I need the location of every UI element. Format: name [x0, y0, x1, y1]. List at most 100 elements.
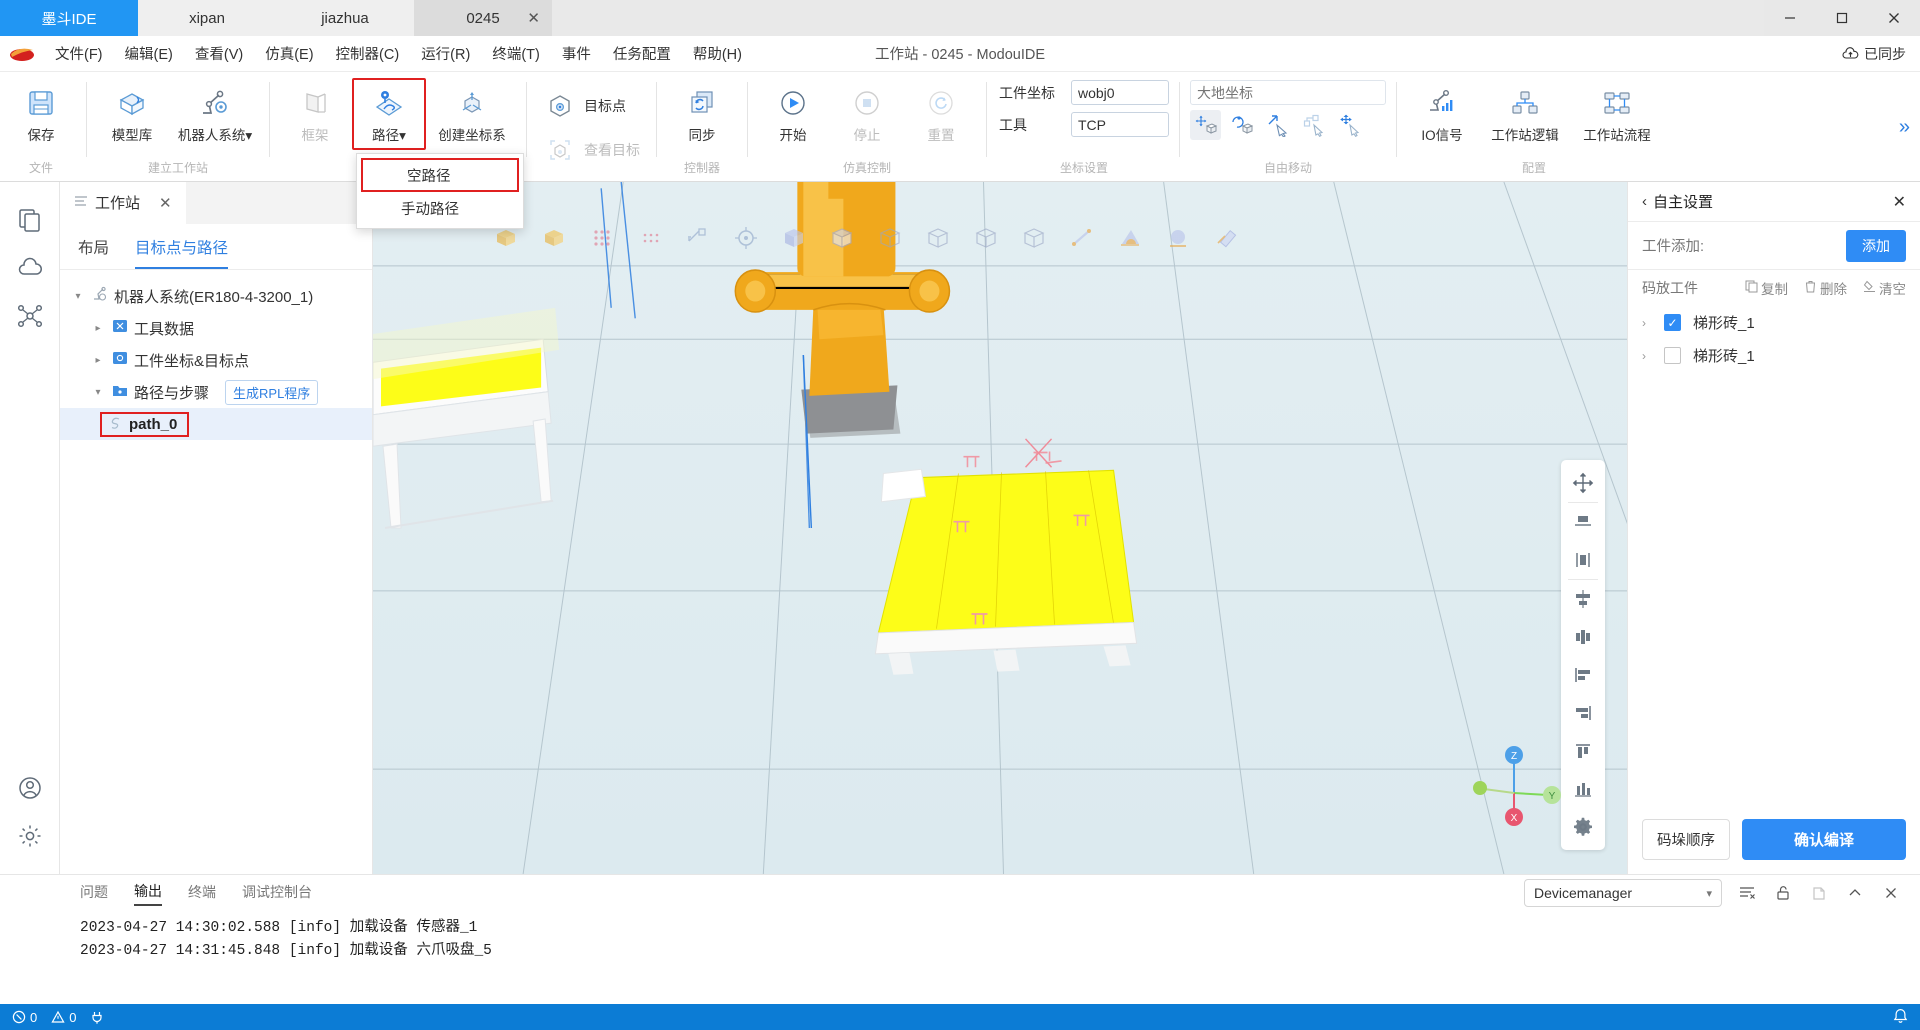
workobject-input[interactable] [1071, 80, 1169, 105]
tree-row-tool-data[interactable]: ▸ 工具数据 [60, 312, 372, 344]
console-tab-debug[interactable]: 调试控制台 [242, 882, 312, 905]
rotate-object-icon[interactable] [1226, 110, 1257, 140]
menu-file[interactable]: 文件(F) [44, 36, 114, 72]
new-window-icon[interactable] [1808, 882, 1830, 904]
viewport-3d[interactable]: Z Y X [373, 182, 1627, 874]
io-signal-button[interactable]: IO信号 [1405, 78, 1479, 150]
sync-status[interactable]: 已同步 [1842, 44, 1906, 64]
align-right-icon[interactable] [1563, 694, 1603, 732]
start-button[interactable]: 开始 [756, 78, 830, 150]
window-tab-2[interactable]: jiazhua [276, 0, 414, 36]
cube-outline-2-icon[interactable] [829, 225, 855, 251]
line-icon[interactable] [1069, 225, 1095, 251]
unlock-icon[interactable] [1772, 882, 1794, 904]
menu-edit[interactable]: 编辑(E) [114, 36, 184, 72]
ruler-icon[interactable] [1213, 225, 1239, 251]
distribute-v-icon[interactable] [1563, 618, 1603, 656]
error-count[interactable]: 0 [12, 1010, 37, 1025]
align-left-icon[interactable] [1563, 656, 1603, 694]
close-icon[interactable] [1880, 882, 1902, 904]
axis-gizmo[interactable]: Z Y X [1472, 737, 1572, 829]
reset-button[interactable]: 重置 [904, 78, 978, 150]
plug-icon[interactable] [90, 1010, 104, 1025]
chevron-right-icon[interactable]: › [1642, 349, 1652, 363]
minimize-button[interactable] [1764, 0, 1816, 36]
console-tab-terminal[interactable]: 终端 [188, 882, 216, 905]
maximize-button[interactable] [1816, 0, 1868, 36]
dropdown-item-manual-path[interactable]: 手动路径 [357, 192, 523, 224]
chevron-down-icon[interactable]: ▾ [70, 291, 86, 302]
path-button[interactable]: 路径▾ [352, 78, 426, 150]
snap-point-icon[interactable] [1298, 110, 1329, 140]
copy-action[interactable]: 复制 [1745, 278, 1788, 298]
tree-row-robot-system[interactable]: ▾ 机器人系统(ER180-4-3200_1) [60, 280, 372, 312]
frame-button[interactable]: 框架 [278, 78, 352, 150]
tab-close-icon[interactable]: ✕ [527, 9, 540, 27]
cube-solid-icon[interactable] [781, 225, 807, 251]
cloud-icon[interactable] [7, 244, 53, 292]
menu-simulation[interactable]: 仿真(E) [254, 36, 324, 72]
menu-task-config[interactable]: 任务配置 [602, 36, 682, 72]
box-yellow-2-icon[interactable] [541, 225, 567, 251]
move-object-icon[interactable] [1190, 110, 1221, 140]
dropdown-item-empty-path[interactable]: 空路径 [361, 158, 519, 192]
station-flow-button[interactable]: 工作站流程 [1571, 78, 1663, 150]
collapse-icon[interactable] [1844, 882, 1866, 904]
tool-input[interactable] [1071, 112, 1169, 137]
chevron-double-right-icon[interactable]: » [1899, 116, 1910, 139]
tree-row-paths-and-steps[interactable]: ▾ 路径与步骤 生成RPL程序 [60, 376, 372, 408]
item-checkbox[interactable] [1664, 347, 1681, 364]
account-icon[interactable] [7, 764, 53, 812]
create-frame-button[interactable]: 创建坐标系 [426, 78, 518, 150]
item-checkbox[interactable]: ✓ [1664, 314, 1681, 331]
close-button[interactable] [1868, 0, 1920, 36]
stop-button[interactable]: 停止 [830, 78, 904, 150]
console-source-select[interactable]: Devicemanager ▾ [1524, 879, 1722, 907]
model-library-button[interactable]: 模型库 [95, 78, 169, 150]
dots-small-icon[interactable] [637, 225, 663, 251]
bell-icon[interactable] [1893, 1008, 1908, 1027]
menu-events[interactable]: 事件 [551, 36, 602, 72]
add-button[interactable]: 添加 [1846, 230, 1906, 262]
console-tab-problems[interactable]: 问题 [80, 882, 108, 905]
world-coordinate-input[interactable] [1190, 80, 1386, 105]
target-circle-icon[interactable] [733, 225, 759, 251]
target-point-button[interactable]: 目标点 [535, 84, 648, 128]
panel-tab-close-icon[interactable]: ✕ [159, 194, 172, 212]
palletizing-order-button[interactable]: 码垛顺序 [1642, 819, 1730, 860]
station-logic-button[interactable]: 工作站逻辑 [1479, 78, 1571, 150]
sync-button[interactable]: 同步 [665, 78, 739, 150]
warning-count[interactable]: 0 [51, 1010, 76, 1025]
cube-wire-4-icon[interactable] [1021, 225, 1047, 251]
menu-controller[interactable]: 控制器(C) [325, 36, 411, 72]
move-all-icon[interactable] [1563, 464, 1603, 502]
sphere-icon[interactable] [1165, 225, 1191, 251]
generate-rpl-program-button[interactable]: 生成RPL程序 [225, 380, 318, 405]
view-target-button[interactable]: 查看目标 [535, 128, 648, 172]
cube-wire-3-icon[interactable] [973, 225, 999, 251]
angle-icon[interactable] [1117, 225, 1143, 251]
window-tab-0[interactable]: 墨斗IDE [0, 0, 138, 36]
cube-wire-icon[interactable] [877, 225, 903, 251]
chevron-left-icon[interactable]: ‹ [1642, 193, 1647, 210]
save-button[interactable]: 保存 [4, 78, 78, 150]
list-item[interactable]: › 梯形砖_1 [1628, 339, 1920, 372]
menu-terminal[interactable]: 终端(T) [481, 36, 551, 72]
clear-output-icon[interactable] [1736, 882, 1758, 904]
close-icon[interactable]: ✕ [1893, 192, 1906, 212]
nodes-icon[interactable] [7, 292, 53, 340]
drag-free-icon[interactable] [1262, 110, 1293, 140]
align-top-icon[interactable] [1563, 503, 1603, 541]
cube-wire-2-icon[interactable] [925, 225, 951, 251]
confirm-compile-button[interactable]: 确认编译 [1742, 819, 1906, 860]
align-icon[interactable] [1334, 110, 1365, 140]
chevron-right-icon[interactable]: › [1642, 316, 1652, 330]
panel-tab-workstation[interactable]: 工作站 ✕ [60, 182, 186, 224]
clear-action[interactable]: 清空 [1863, 278, 1906, 298]
menu-view[interactable]: 查看(V) [184, 36, 254, 72]
robot-system-button[interactable]: 机器人系统▾ [169, 78, 261, 150]
chevron-right-icon[interactable]: ▸ [90, 355, 106, 366]
align-center-v-icon[interactable] [1563, 541, 1603, 579]
window-tab-3[interactable]: 0245 ✕ [414, 0, 552, 36]
list-item[interactable]: › ✓ 梯形砖_1 [1628, 306, 1920, 339]
